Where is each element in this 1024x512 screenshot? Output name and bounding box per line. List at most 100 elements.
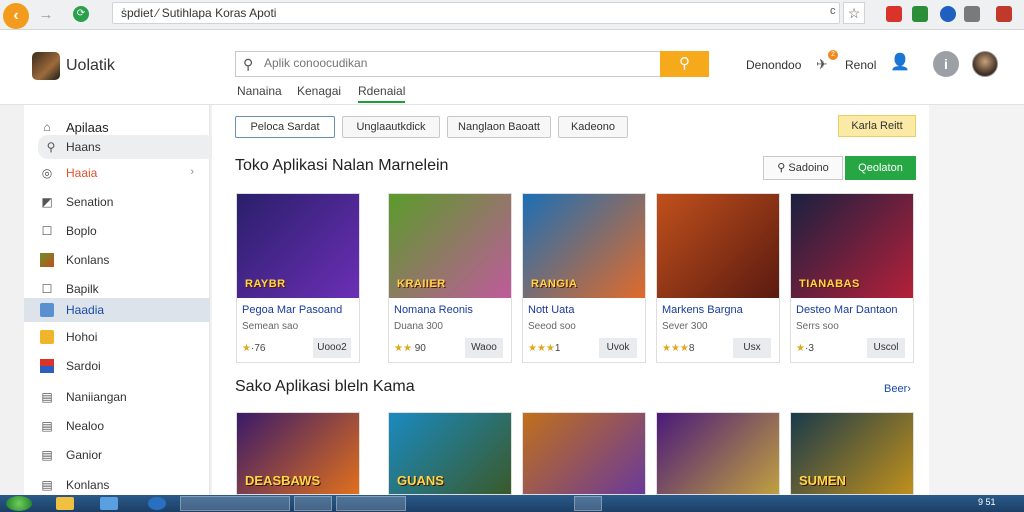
app-card-title[interactable]: Pegoa Mar Pasoand <box>242 304 342 316</box>
sidebar-item-konlans-2[interactable]: ▤ Konlans <box>24 473 210 497</box>
extension-icon-4[interactable] <box>964 6 980 22</box>
sidebar-item-naniiangan[interactable]: ▤ Naniiangan <box>24 385 210 409</box>
sidebar-item-haaia[interactable]: ◎ Haaia › <box>24 161 210 185</box>
app-card[interactable]: TIANABAS Desteo Mar Dantaon Serrs soo ★·… <box>790 193 914 363</box>
avatar[interactable] <box>972 51 998 77</box>
search-button[interactable]: ⚲ <box>660 51 709 77</box>
doc-icon: ▤ <box>41 478 53 492</box>
taskbar-window-1[interactable] <box>180 496 290 511</box>
star-icon: ★★★ <box>662 343 689 354</box>
app-card[interactable]: RANGIA Nott Uata Seeod soo ★★★1 Uvok <box>522 193 646 363</box>
app-card-button[interactable]: Usx <box>733 338 771 358</box>
app-card-subtitle: Semean sao <box>242 321 299 332</box>
filter-chip-2[interactable]: Unglaautkdick <box>342 116 440 138</box>
sidebar-item-sardoi[interactable]: Sardoi <box>24 354 210 378</box>
tab-kenagai[interactable]: Kenagai <box>297 84 341 98</box>
info-icon[interactable]: i <box>933 51 959 77</box>
flag-icon <box>40 359 54 373</box>
sidebar-item-label: Nealoo <box>66 419 105 433</box>
app-card-button[interactable]: Uooo2 <box>313 338 351 358</box>
forward-button[interactable]: → <box>36 5 56 25</box>
app-card-button[interactable]: Uscol <box>867 338 905 358</box>
explorer-icon[interactable] <box>100 497 118 510</box>
sidebar-item-nealoo[interactable]: ▤ Nealoo <box>24 414 210 438</box>
app-header: Uolatik ⚲ ⚲ Nanaina Kenagai Rdenaial Den… <box>0 30 1024 105</box>
header-link-denondoo[interactable]: Denondoo <box>746 58 801 72</box>
profile-icon[interactable] <box>996 6 1012 22</box>
app-card-title[interactable]: Desteo Mar Dantaon <box>796 304 898 316</box>
app-card-title[interactable]: Markens Bargna <box>662 304 743 316</box>
url-suffix: c <box>830 5 836 17</box>
app-logo-icon[interactable] <box>32 52 60 80</box>
app-card-title[interactable]: Nott Uata <box>528 304 574 316</box>
star-icon: ★ <box>796 343 805 354</box>
see-more-link[interactable]: Beer› <box>884 383 911 395</box>
os-taskbar: 9 51 <box>0 495 1024 512</box>
taskbar-window-3[interactable] <box>336 496 406 511</box>
search-input[interactable] <box>264 56 644 70</box>
sidebar-item-ganior[interactable]: ▤ Ganior <box>24 443 210 467</box>
app-card-banner[interactable]: DEASBAWS <box>236 412 360 495</box>
start-button-icon[interactable] <box>6 496 32 511</box>
app-card-image <box>657 194 779 298</box>
promo-chip[interactable]: Karla Reitt <box>838 115 916 137</box>
app-card-banner[interactable] <box>522 412 646 495</box>
app-card-title[interactable]: Nomana Reonis <box>394 304 473 316</box>
back-button[interactable]: ‹ <box>3 3 29 29</box>
account-icon[interactable]: 👤 <box>887 50 913 76</box>
extension-icon-3[interactable] <box>940 6 956 22</box>
app-card-image: KRAIIER <box>389 194 511 298</box>
browser-icon[interactable] <box>148 497 166 510</box>
bookmark-star-icon[interactable]: ☆ <box>843 2 865 24</box>
app-card-banner[interactable] <box>656 412 780 495</box>
app-card-subtitle: Seeod soo <box>528 321 576 332</box>
folder-icon[interactable] <box>56 497 74 510</box>
sidebar-item-hohoi[interactable]: Hohoi <box>24 325 210 349</box>
rocket-icon[interactable]: ✈ <box>816 56 828 73</box>
app-card[interactable]: RAYBR Pegoa Mar Pasoand Semean sao ★·76 … <box>236 193 360 363</box>
tab-rdenaial[interactable]: Rdenaial <box>358 84 406 103</box>
chevron-right-icon: › <box>190 166 194 178</box>
sidebar-item-boplo[interactable]: ☐ Boplo <box>24 219 210 243</box>
address-bar[interactable]: ṡpdiet ⁄ Sutihlapa Koras Apoti <box>112 2 840 24</box>
sidebar-item-konlans[interactable]: Konlans <box>24 248 210 272</box>
tab-nanaina[interactable]: Nanaina <box>237 84 282 98</box>
app-card-banner[interactable]: SUMEN <box>790 412 914 495</box>
extension-icon-1[interactable] <box>886 6 902 22</box>
app-card[interactable]: Markens Bargna Sever 300 ★★★8 Usx <box>656 193 780 363</box>
taskbar-window-2[interactable] <box>294 496 332 511</box>
app-card-rating: ★★★8 <box>662 343 694 354</box>
app-card[interactable]: KRAIIER Nomana Reonis Duana 300 ★★ 90 Wa… <box>388 193 512 363</box>
header-link-renol[interactable]: Renol <box>845 58 876 72</box>
sort-button[interactable]: ⚲ Sadoino <box>763 156 843 180</box>
sidebar: ⌂ Apilaas ⚲ Haans ◎ Haaia › ◩ Senation ☐… <box>24 105 216 497</box>
extension-icon-2[interactable] <box>912 6 928 22</box>
app-card-button[interactable]: Uvok <box>599 338 637 358</box>
app-card-banner-text: GUANS <box>397 473 444 488</box>
star-icon: ★★★ <box>528 343 555 354</box>
search-icon: ⚲ <box>777 162 789 174</box>
rating-value: 8 <box>688 343 695 354</box>
sidebar-item-label: Bapilk <box>66 282 99 296</box>
notification-badge: 2 <box>828 50 838 60</box>
sidebar-item-haadia[interactable]: Haadia <box>24 298 210 322</box>
app-card-button[interactable]: Waoo <box>465 338 503 358</box>
taskbar-window-4[interactable] <box>574 496 602 511</box>
sidebar-item-label: Senation <box>66 195 114 209</box>
filter-chip-3[interactable]: Nanglaon Baoatt <box>447 116 551 138</box>
sidebar-item-haans[interactable]: ⚲ Haans <box>38 135 216 159</box>
sidebar-item-label: Ganior <box>66 448 103 462</box>
app-card-image-text: RAYBR <box>245 278 286 290</box>
filter-chip-1[interactable]: Peloca Sardat <box>235 116 335 138</box>
home-icon: ⌂ <box>43 120 51 134</box>
sidebar-item-senation[interactable]: ◩ Senation <box>24 190 210 214</box>
filter-chip-4[interactable]: Kadeono <box>558 116 628 138</box>
app-card-banner[interactable]: GUANS <box>388 412 512 495</box>
search-icon: ⚲ <box>46 140 56 154</box>
app-card-subtitle: Sever 300 <box>662 321 708 332</box>
app-logo-text[interactable]: Uolatik <box>66 57 115 75</box>
rating-value: 1 <box>554 343 561 354</box>
search-box[interactable]: ⚲ <box>235 51 661 77</box>
reload-icon[interactable]: ⟳ <box>73 6 89 22</box>
primary-action-button[interactable]: Qeolaton <box>845 156 916 180</box>
